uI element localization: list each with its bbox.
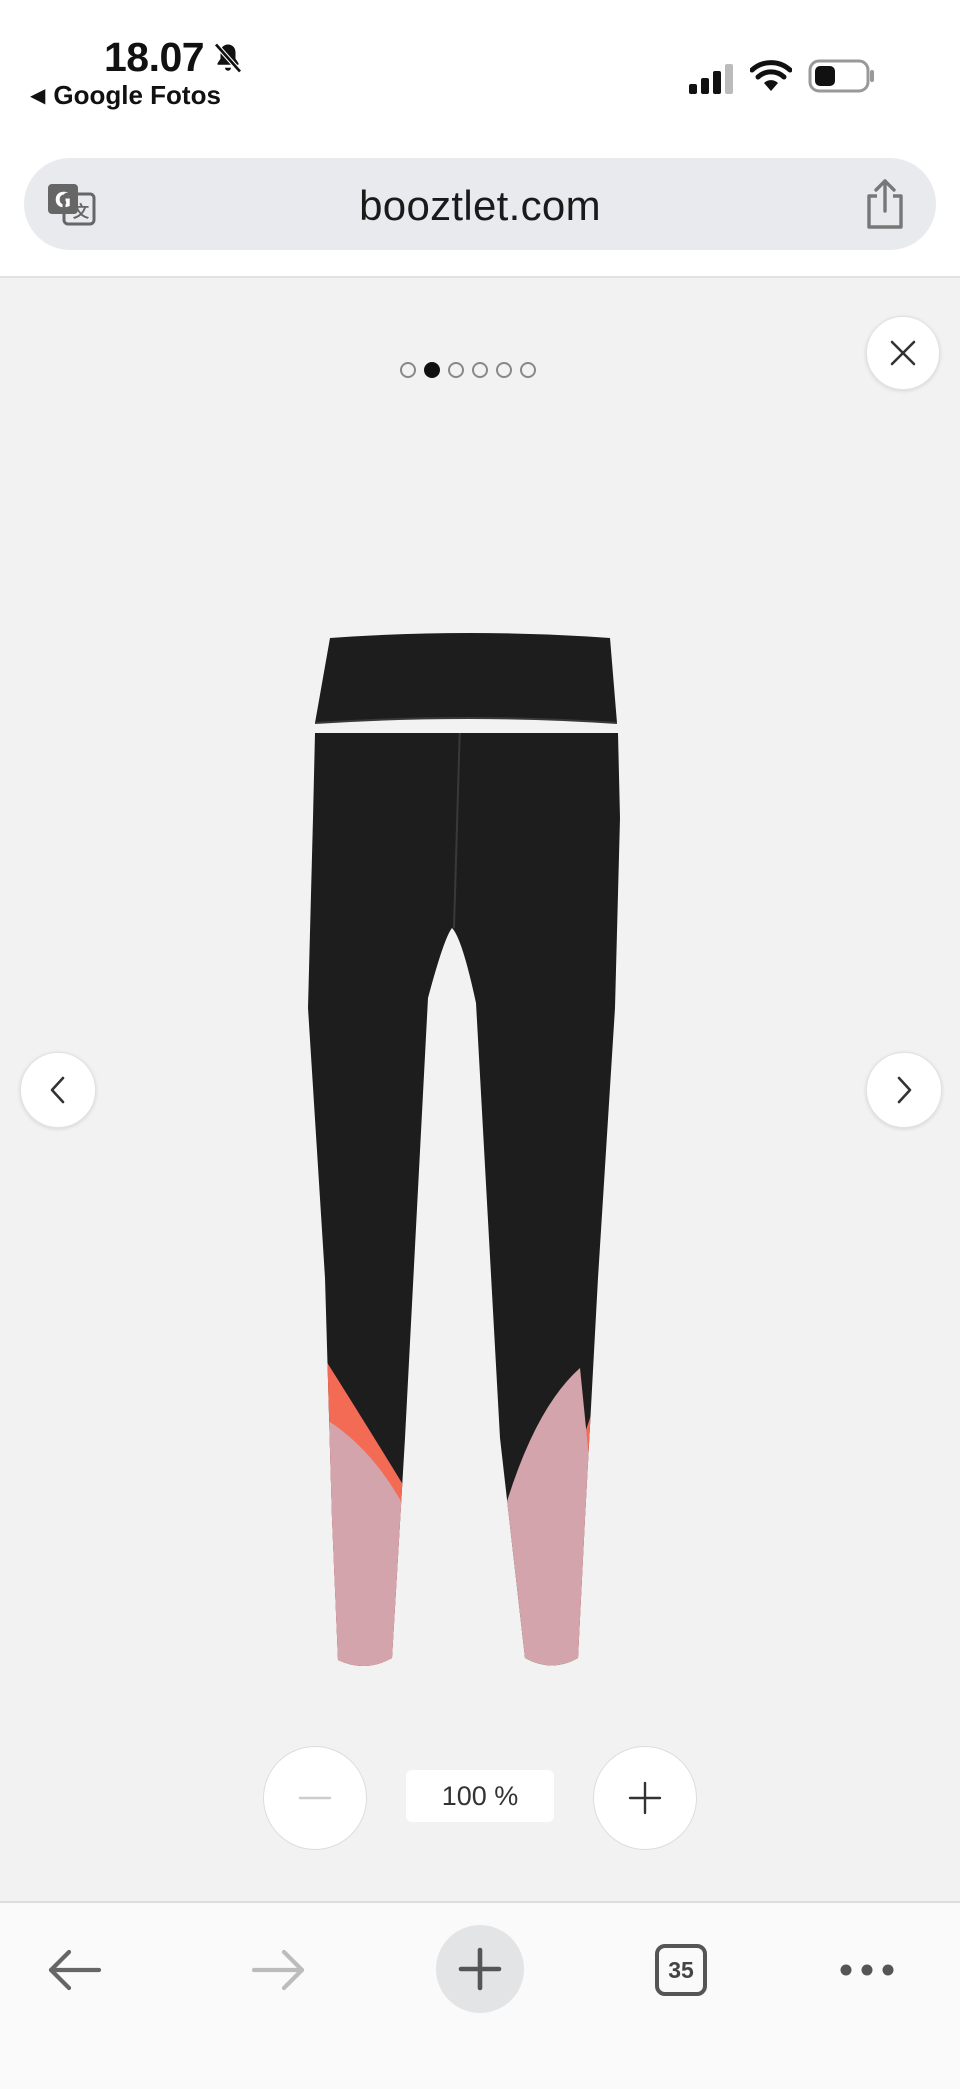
chevron-right-icon bbox=[897, 1076, 912, 1104]
previous-image-button[interactable] bbox=[20, 1052, 96, 1128]
status-bar: 18.07 ◀ Google Fotos bbox=[0, 0, 960, 140]
plus-icon bbox=[628, 1781, 662, 1815]
tab-count: 35 bbox=[668, 1956, 694, 1983]
share-icon[interactable] bbox=[862, 178, 908, 230]
more-icon bbox=[840, 1964, 894, 1976]
image-viewer: 100 % bbox=[0, 278, 960, 1901]
url-text[interactable]: booztlet.com bbox=[24, 182, 936, 230]
zoom-level-display: 100 % bbox=[406, 1770, 554, 1822]
back-arrow-icon bbox=[48, 1949, 102, 1991]
forward-button[interactable] bbox=[233, 1927, 323, 2013]
clock: 18.07 bbox=[104, 34, 205, 80]
pagination-dot[interactable] bbox=[400, 362, 416, 378]
plus-icon bbox=[458, 1947, 502, 1991]
pagination-dot[interactable] bbox=[448, 362, 464, 378]
browser-toolbar: 35 bbox=[0, 1901, 960, 2089]
zoom-out-button[interactable] bbox=[263, 1746, 367, 1850]
back-app-label: Google Fotos bbox=[53, 80, 221, 110]
battery-icon bbox=[808, 59, 874, 93]
next-image-button[interactable] bbox=[866, 1052, 942, 1128]
product-image-leggings[interactable] bbox=[280, 508, 680, 1668]
minus-icon bbox=[298, 1796, 332, 1800]
pagination-dot[interactable] bbox=[496, 362, 512, 378]
bell-slash-icon bbox=[214, 42, 242, 74]
back-triangle-icon: ◀ bbox=[30, 85, 46, 107]
close-button[interactable] bbox=[866, 316, 940, 390]
pagination-dot[interactable] bbox=[520, 362, 536, 378]
close-icon bbox=[890, 340, 916, 366]
back-to-app-link[interactable]: ◀ Google Fotos bbox=[30, 80, 221, 111]
pagination-dot-active[interactable] bbox=[424, 362, 440, 378]
zoom-in-button[interactable] bbox=[593, 1746, 697, 1850]
wifi-icon bbox=[750, 60, 792, 91]
back-button[interactable] bbox=[30, 1927, 120, 2013]
tabs-button[interactable]: 35 bbox=[636, 1927, 726, 2013]
more-button[interactable] bbox=[822, 1927, 912, 2013]
chevron-left-icon bbox=[50, 1076, 65, 1104]
forward-arrow-icon bbox=[251, 1949, 305, 1991]
image-pagination-dots bbox=[400, 362, 536, 378]
signal-icon bbox=[689, 64, 733, 94]
address-bar-area: G 文 booztlet.com bbox=[0, 140, 960, 278]
tabs-icon: 35 bbox=[655, 1944, 707, 1996]
new-tab-button[interactable] bbox=[436, 1925, 524, 2013]
address-bar[interactable]: G 文 booztlet.com bbox=[24, 158, 936, 250]
pagination-dot[interactable] bbox=[472, 362, 488, 378]
